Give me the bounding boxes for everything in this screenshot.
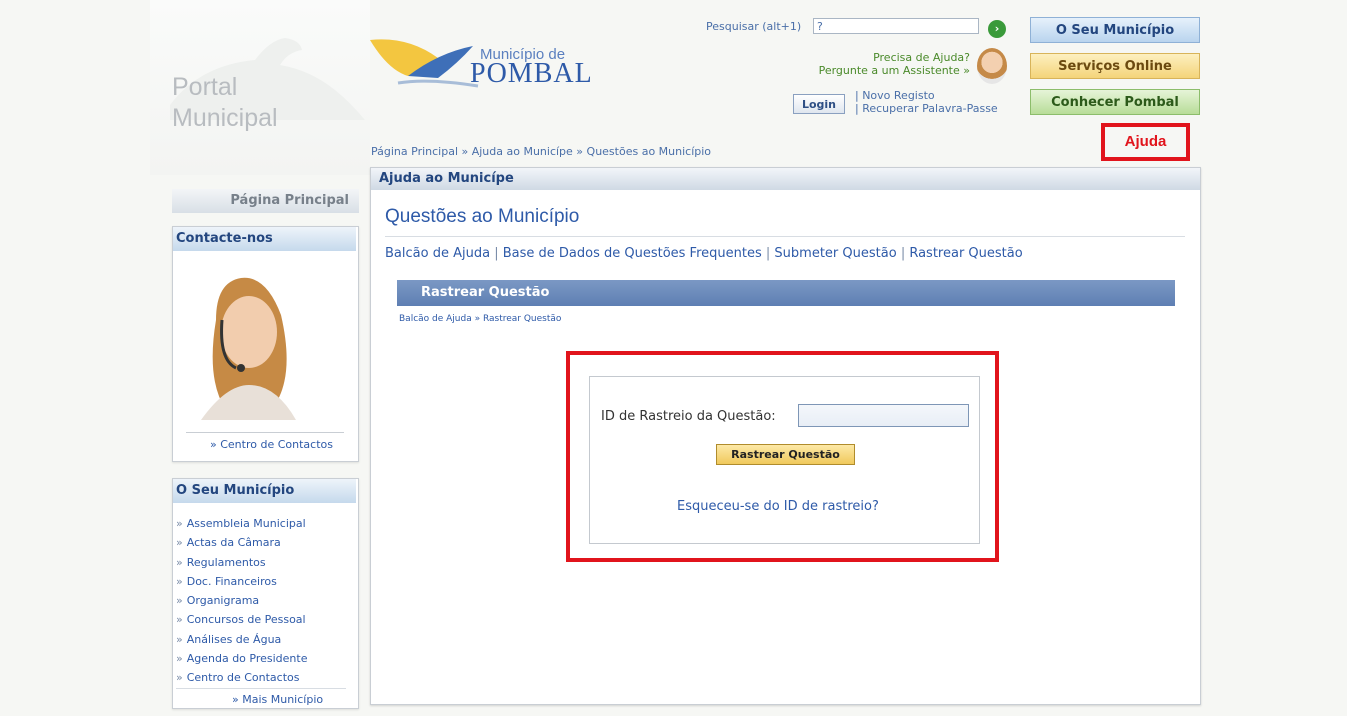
nav-faq[interactable]: Base de Dados de Questões Frequentes bbox=[503, 246, 762, 261]
account-links: | Novo Registo | Recuperar Palavra-Passe bbox=[855, 89, 998, 115]
list-item[interactable]: » Regulamentos bbox=[176, 553, 308, 572]
contact-agent-photo bbox=[201, 277, 296, 420]
search-label: Pesquisar (alt+1) bbox=[706, 20, 802, 33]
municipio-link-label[interactable]: Centro de Contactos bbox=[187, 671, 300, 684]
list-item[interactable]: » Centro de Contactos bbox=[176, 668, 308, 687]
municipio-link-label[interactable]: Actas da Câmara bbox=[187, 536, 281, 549]
nav-separator: | bbox=[494, 246, 499, 261]
municipio-link-label[interactable]: Regulamentos bbox=[187, 556, 266, 569]
chevron-icon: » bbox=[176, 555, 183, 569]
title-divider bbox=[385, 236, 1185, 237]
more-municipio-link[interactable]: » Mais Município bbox=[232, 693, 323, 706]
track-question-button[interactable]: Rastrear Questão bbox=[716, 444, 855, 465]
list-item[interactable]: » Concursos de Pessoal bbox=[176, 610, 308, 629]
ask-assistant-link[interactable]: Pergunte a um Assistente » bbox=[780, 64, 970, 77]
main-panel-header: Ajuda ao Municípe bbox=[371, 168, 1200, 190]
sub-breadcrumb[interactable]: Balcão de Ajuda » Rastrear Questão bbox=[399, 314, 561, 324]
municipio-button[interactable]: O Seu Município bbox=[1030, 17, 1200, 43]
chevron-icon: » bbox=[176, 652, 183, 666]
chevron-icon: » bbox=[176, 613, 183, 627]
contact-box-title: Contacte-nos bbox=[173, 227, 356, 251]
chevron-icon: » bbox=[176, 536, 183, 550]
portal-title-line2: Municipal bbox=[172, 104, 278, 132]
municipio-link-label[interactable]: Agenda do Presidente bbox=[187, 652, 308, 665]
recover-password-link[interactable]: | Recuperar Palavra-Passe bbox=[855, 102, 998, 115]
municipio-link-label[interactable]: Análises de Água bbox=[187, 633, 282, 646]
assistant-help-text[interactable]: Precisa de Ajuda? Pergunte a um Assisten… bbox=[780, 51, 970, 77]
list-item[interactable]: » Doc. Financeiros bbox=[176, 572, 308, 591]
tracking-id-label: ID de Rastreio da Questão: bbox=[601, 409, 776, 424]
contact-divider bbox=[186, 432, 344, 433]
nav-track-question[interactable]: Rastrear Questão bbox=[909, 246, 1022, 261]
help-question: Precisa de Ajuda? bbox=[873, 51, 970, 64]
new-register-link[interactable]: | Novo Registo bbox=[855, 89, 998, 102]
chevron-icon: » bbox=[176, 594, 183, 608]
portal-title-line1: Portal bbox=[172, 73, 238, 101]
chevron-icon: » bbox=[176, 517, 183, 530]
logo-text-pombal: POMBAL bbox=[470, 58, 593, 89]
list-item[interactable]: » Análises de Água bbox=[176, 630, 308, 649]
assistant-avatar[interactable] bbox=[977, 48, 1007, 84]
search-go-icon[interactable]: › bbox=[988, 20, 1006, 38]
conhecer-pombal-button[interactable]: Conhecer Pombal bbox=[1030, 89, 1200, 115]
municipio-link-label[interactable]: Organigrama bbox=[187, 594, 259, 607]
sidebar-home-button[interactable]: Página Principal bbox=[172, 189, 359, 213]
list-item[interactable]: » Actas da Câmara bbox=[176, 533, 308, 552]
nav-separator: | bbox=[765, 246, 771, 261]
page-title: Questões ao Município bbox=[385, 206, 580, 227]
chevron-icon: » bbox=[176, 574, 183, 588]
contact-center-link[interactable]: » Centro de Contactos bbox=[210, 438, 333, 451]
nav-submit-question[interactable]: Submeter Questão bbox=[774, 246, 896, 261]
nav-help-desk[interactable]: Balcão de Ajuda bbox=[385, 246, 490, 261]
municipio-link-label[interactable]: Assembleia Municipal bbox=[187, 517, 306, 530]
chevron-icon: » bbox=[176, 632, 183, 646]
help-nav-links: Balcão de Ajuda | Base de Dados de Quest… bbox=[385, 246, 1023, 261]
municipio-links-list: » Assembleia Municipal » Actas da Câmara »… bbox=[176, 514, 308, 688]
breadcrumb[interactable]: Página Principal » Ajuda ao Municípe » Q… bbox=[371, 145, 711, 158]
list-item[interactable]: » Assembleia Municipal bbox=[176, 514, 308, 533]
login-button[interactable]: Login bbox=[793, 94, 845, 114]
tracking-id-input[interactable] bbox=[798, 404, 969, 427]
portal-title[interactable]: Portal Municipal bbox=[172, 72, 278, 134]
municipio-box-title: O Seu Município bbox=[173, 479, 356, 503]
list-item[interactable]: » Agenda do Presidente bbox=[176, 649, 308, 668]
search-input[interactable] bbox=[813, 18, 979, 34]
chevron-icon: » bbox=[176, 671, 183, 685]
list-item[interactable]: » Organigrama bbox=[176, 591, 308, 610]
section-band-title: Rastrear Questão bbox=[397, 280, 1175, 306]
municipio-link-label[interactable]: Doc. Financeiros bbox=[187, 575, 277, 588]
municipio-link-label[interactable]: Concursos de Pessoal bbox=[187, 613, 306, 626]
nav-separator: | bbox=[900, 246, 906, 261]
ajuda-highlight-label[interactable]: Ajuda bbox=[1101, 123, 1190, 161]
servicos-online-button[interactable]: Serviços Online bbox=[1030, 53, 1200, 79]
forgot-tracking-id-link[interactable]: Esqueceu-se do ID de rastreio? bbox=[677, 499, 879, 514]
municipio-divider bbox=[176, 688, 346, 689]
